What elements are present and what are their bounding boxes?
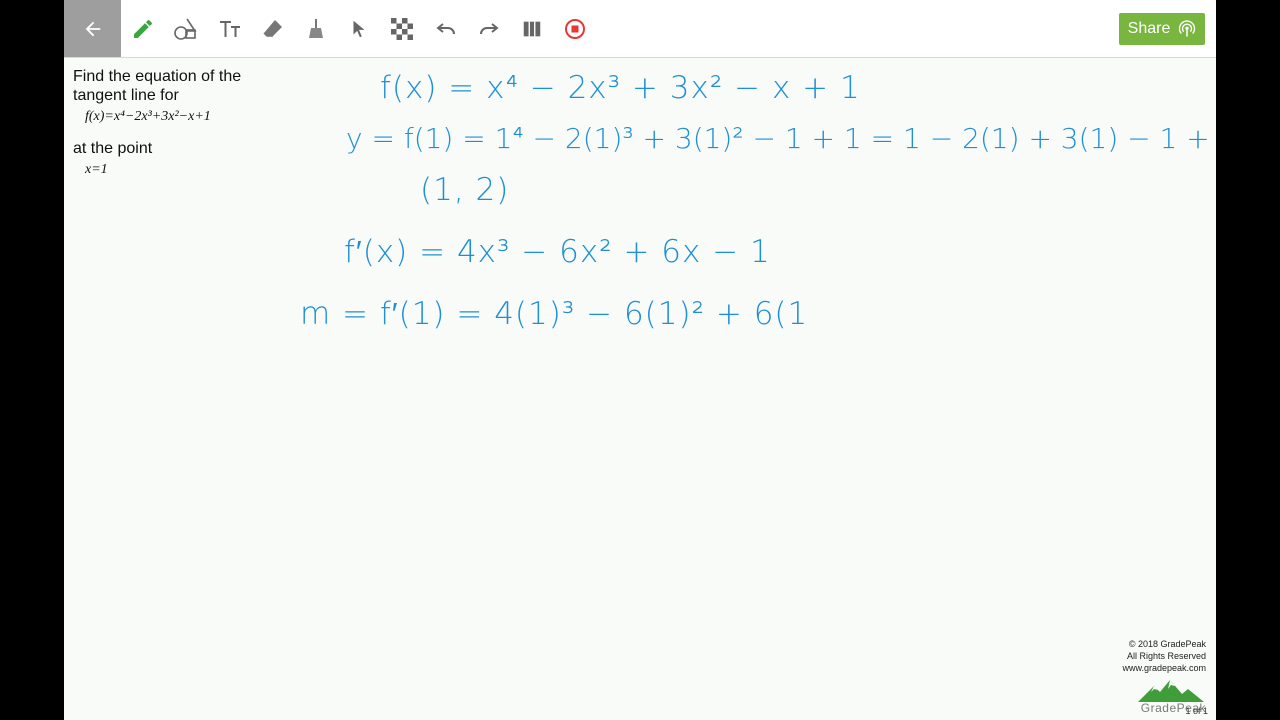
work-line-2: y = f(1) = 1⁴ − 2(1)³ + 3(1)² − 1 + 1 = … [346, 122, 1216, 155]
rights-text: All Rights Reserved [1126, 651, 1206, 661]
whiteboard-app: Share Find the equation of the tangent l… [64, 0, 1216, 720]
page-counter: 1 of 1 [1185, 706, 1208, 716]
website-text: www.gradepeak.com [1122, 663, 1206, 673]
work-line-3: (1, 2) [420, 172, 510, 208]
copyright-text: © 2018 GradePeak [1128, 639, 1206, 649]
footer-branding: © 2018 GradePeak All Rights Reserved www… [1086, 638, 1206, 714]
work-line-4: f′(x) = 4x³ − 6x² + 6x − 1 [344, 234, 771, 270]
work-line-5: m = f′(1) = 4(1)³ − 6(1)² + 6(1 [300, 296, 809, 332]
handwritten-work: f(x) = x⁴ − 2x³ + 3x² − x + 1 y = f(1) =… [64, 0, 1216, 720]
work-line-1: f(x) = x⁴ − 2x³ + 3x² − x + 1 [380, 70, 861, 106]
